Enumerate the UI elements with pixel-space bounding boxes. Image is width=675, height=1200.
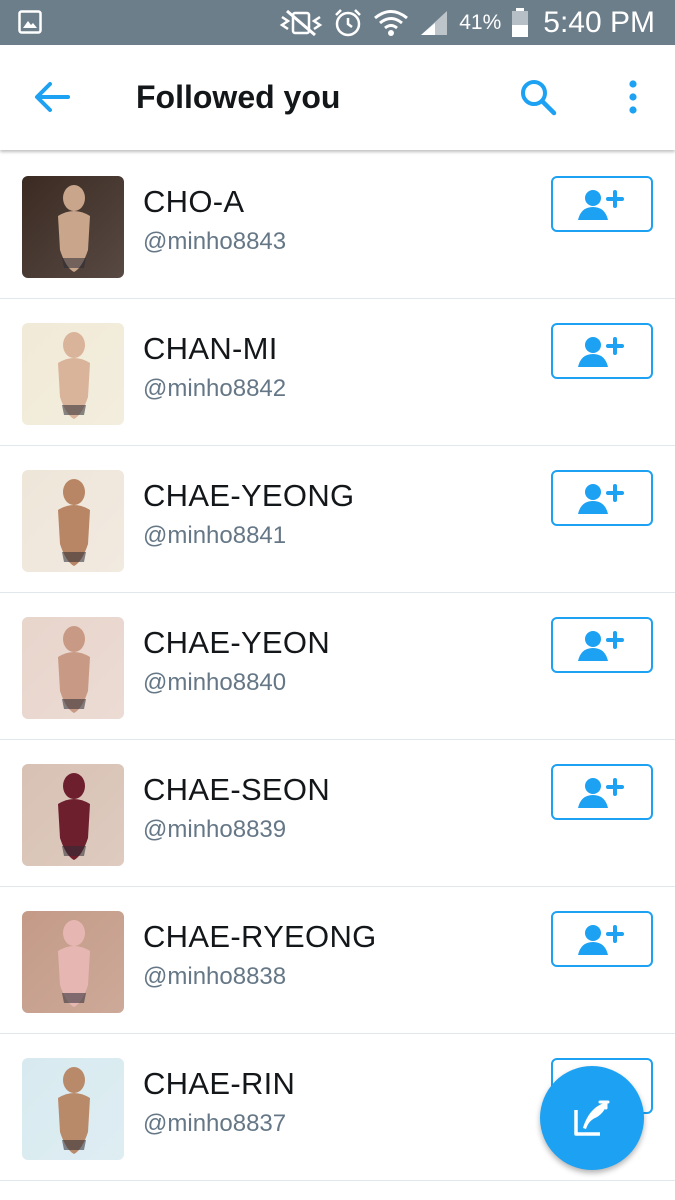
user-name[interactable]: CHAE-SEON: [143, 772, 330, 808]
battery-icon: [512, 7, 529, 37]
search-icon: [521, 80, 557, 116]
follow-button[interactable]: [551, 764, 653, 820]
follow-button[interactable]: [551, 176, 653, 232]
follow-button[interactable]: [551, 911, 653, 967]
search-button[interactable]: [518, 77, 558, 117]
user-name[interactable]: CHAE-YEON: [143, 625, 330, 661]
avatar-image: [22, 764, 124, 866]
user-handle: @minho8842: [143, 375, 287, 402]
clock: 5:40 PM: [543, 5, 655, 39]
arrow-left-icon: [35, 82, 70, 112]
compose-tweet-icon: [574, 1100, 610, 1136]
battery-percent: 41%: [459, 10, 502, 34]
follow-button[interactable]: [551, 470, 653, 526]
avatar[interactable]: [22, 470, 124, 572]
follow-button[interactable]: [551, 323, 653, 379]
wifi-icon: [374, 9, 409, 36]
avatar-image: [22, 1058, 124, 1160]
avatar-image: [22, 176, 124, 278]
add-user-icon: [578, 925, 624, 955]
follower-list: CHO-A @minho8843 CHAN-MI @minho8842 CHAE-YEO…: [0, 152, 675, 1181]
avatar-image: [22, 617, 124, 719]
user-handle: @minho8839: [143, 816, 287, 843]
follower-row[interactable]: CHO-A @minho8843: [0, 152, 675, 299]
avatar[interactable]: [22, 1058, 124, 1160]
user-name[interactable]: CHAN-MI: [143, 331, 278, 367]
avatar[interactable]: [22, 617, 124, 719]
more-options-button[interactable]: [620, 77, 646, 117]
user-handle: @minho8837: [143, 1110, 287, 1137]
compose-tweet-button[interactable]: [540, 1066, 644, 1170]
back-button[interactable]: [30, 77, 74, 117]
mute-vibrate-icon: [279, 9, 323, 36]
user-name[interactable]: CHAE-YEONG: [143, 478, 354, 514]
user-handle: @minho8841: [143, 522, 287, 549]
user-handle: @minho8838: [143, 963, 287, 990]
follower-row[interactable]: CHAN-MI @minho8842: [0, 299, 675, 446]
alarm-icon: [335, 8, 362, 36]
more-vertical-icon: [629, 80, 637, 114]
gallery-icon: [18, 10, 42, 34]
follower-row[interactable]: CHAE-RYEONG @minho8838: [0, 887, 675, 1034]
add-user-icon: [578, 190, 624, 220]
user-name[interactable]: CHAE-RYEONG: [143, 919, 377, 955]
status-bar: 41% 5:40 PM: [0, 0, 675, 45]
app-bar: Followed you: [0, 45, 675, 150]
page-title: Followed you: [136, 79, 341, 115]
signal-icon: [421, 10, 448, 35]
follow-button[interactable]: [551, 617, 653, 673]
avatar[interactable]: [22, 323, 124, 425]
avatar-image: [22, 911, 124, 1013]
add-user-icon: [578, 337, 624, 367]
follower-row[interactable]: CHAE-SEON @minho8839: [0, 740, 675, 887]
avatar-image: [22, 323, 124, 425]
avatar[interactable]: [22, 176, 124, 278]
follower-row[interactable]: CHAE-YEON @minho8840: [0, 593, 675, 740]
add-user-icon: [578, 778, 624, 808]
avatar-image: [22, 470, 124, 572]
avatar[interactable]: [22, 911, 124, 1013]
avatar[interactable]: [22, 764, 124, 866]
add-user-icon: [578, 484, 624, 514]
follower-row[interactable]: CHAE-YEONG @minho8841: [0, 446, 675, 593]
user-name[interactable]: CHO-A: [143, 184, 244, 220]
add-user-icon: [578, 631, 624, 661]
user-handle: @minho8843: [143, 228, 287, 255]
user-handle: @minho8840: [143, 669, 287, 696]
user-name[interactable]: CHAE-RIN: [143, 1066, 295, 1102]
